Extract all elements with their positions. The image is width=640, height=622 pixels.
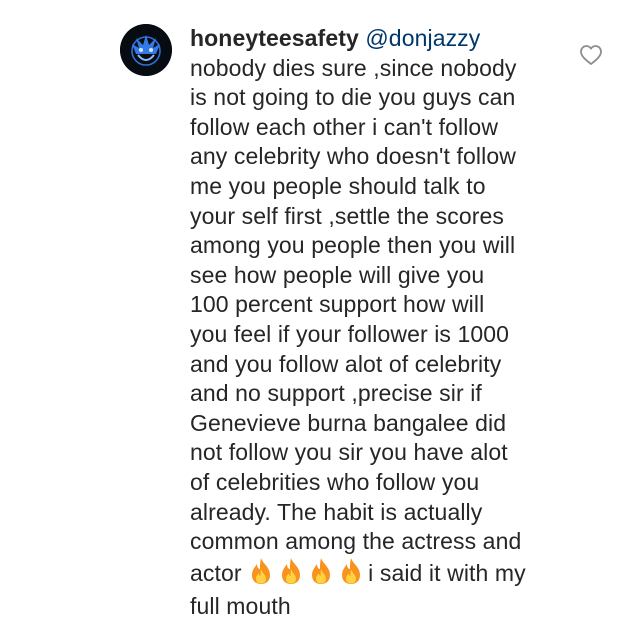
username[interactable]: honeyteesafety xyxy=(190,25,359,51)
fire-emoji-icon xyxy=(282,557,301,584)
heart-outline-icon xyxy=(580,45,602,65)
comment: honeyteesafety @donjazzy nobody dies sur… xyxy=(0,0,640,621)
avatar[interactable] xyxy=(120,24,172,76)
comment-line: common among the actress and xyxy=(190,528,522,555)
comment-line: already. The habit is actually xyxy=(190,498,483,525)
fire-emoji-group xyxy=(248,557,368,593)
fire-emoji-icon xyxy=(252,557,271,584)
comment-header-line: honeyteesafety @donjazzy xyxy=(190,24,570,54)
comment-line: actor i said it with my xyxy=(190,557,570,593)
comment-line: 100 percent support how will xyxy=(190,291,485,318)
comment-line: and you follow alot of celebrity xyxy=(190,350,502,377)
fire-emoji-icon xyxy=(342,557,361,584)
comment-line: not follow you sir you have alot xyxy=(190,439,508,466)
comment-line: and no support ,precise sir if xyxy=(190,380,482,407)
like-button[interactable] xyxy=(578,42,604,68)
comment-line: follow each other i can't follow xyxy=(190,113,499,140)
comment-word: actor xyxy=(190,559,242,586)
comment-text: honeyteesafety @donjazzy nobody dies sur… xyxy=(190,24,570,622)
comment-line: nobody dies sure ,since nobody xyxy=(190,54,517,81)
comment-line: full mouth xyxy=(190,593,291,620)
comment-line: me you people should talk to xyxy=(190,172,486,199)
comment-word: i said it with my xyxy=(368,559,526,586)
comment-line: among you people then you will xyxy=(190,232,516,259)
fire-emoji-icon xyxy=(312,557,331,584)
profile-avatar-icon xyxy=(120,24,172,76)
comment-line: see how people will give you xyxy=(190,261,485,288)
comment-line: you feel if your follower is 1000 xyxy=(190,320,510,347)
mention-link[interactable]: @donjazzy xyxy=(365,25,480,51)
comment-line: is not going to die you guys can xyxy=(190,84,516,111)
comment-line: your self first ,settle the scores xyxy=(190,202,505,229)
comment-line: any celebrity who doesn't follow xyxy=(190,143,516,170)
comment-line: of celebrities who follow you xyxy=(190,468,480,495)
comment-line: Genevieve burna bangalee did xyxy=(190,409,507,436)
